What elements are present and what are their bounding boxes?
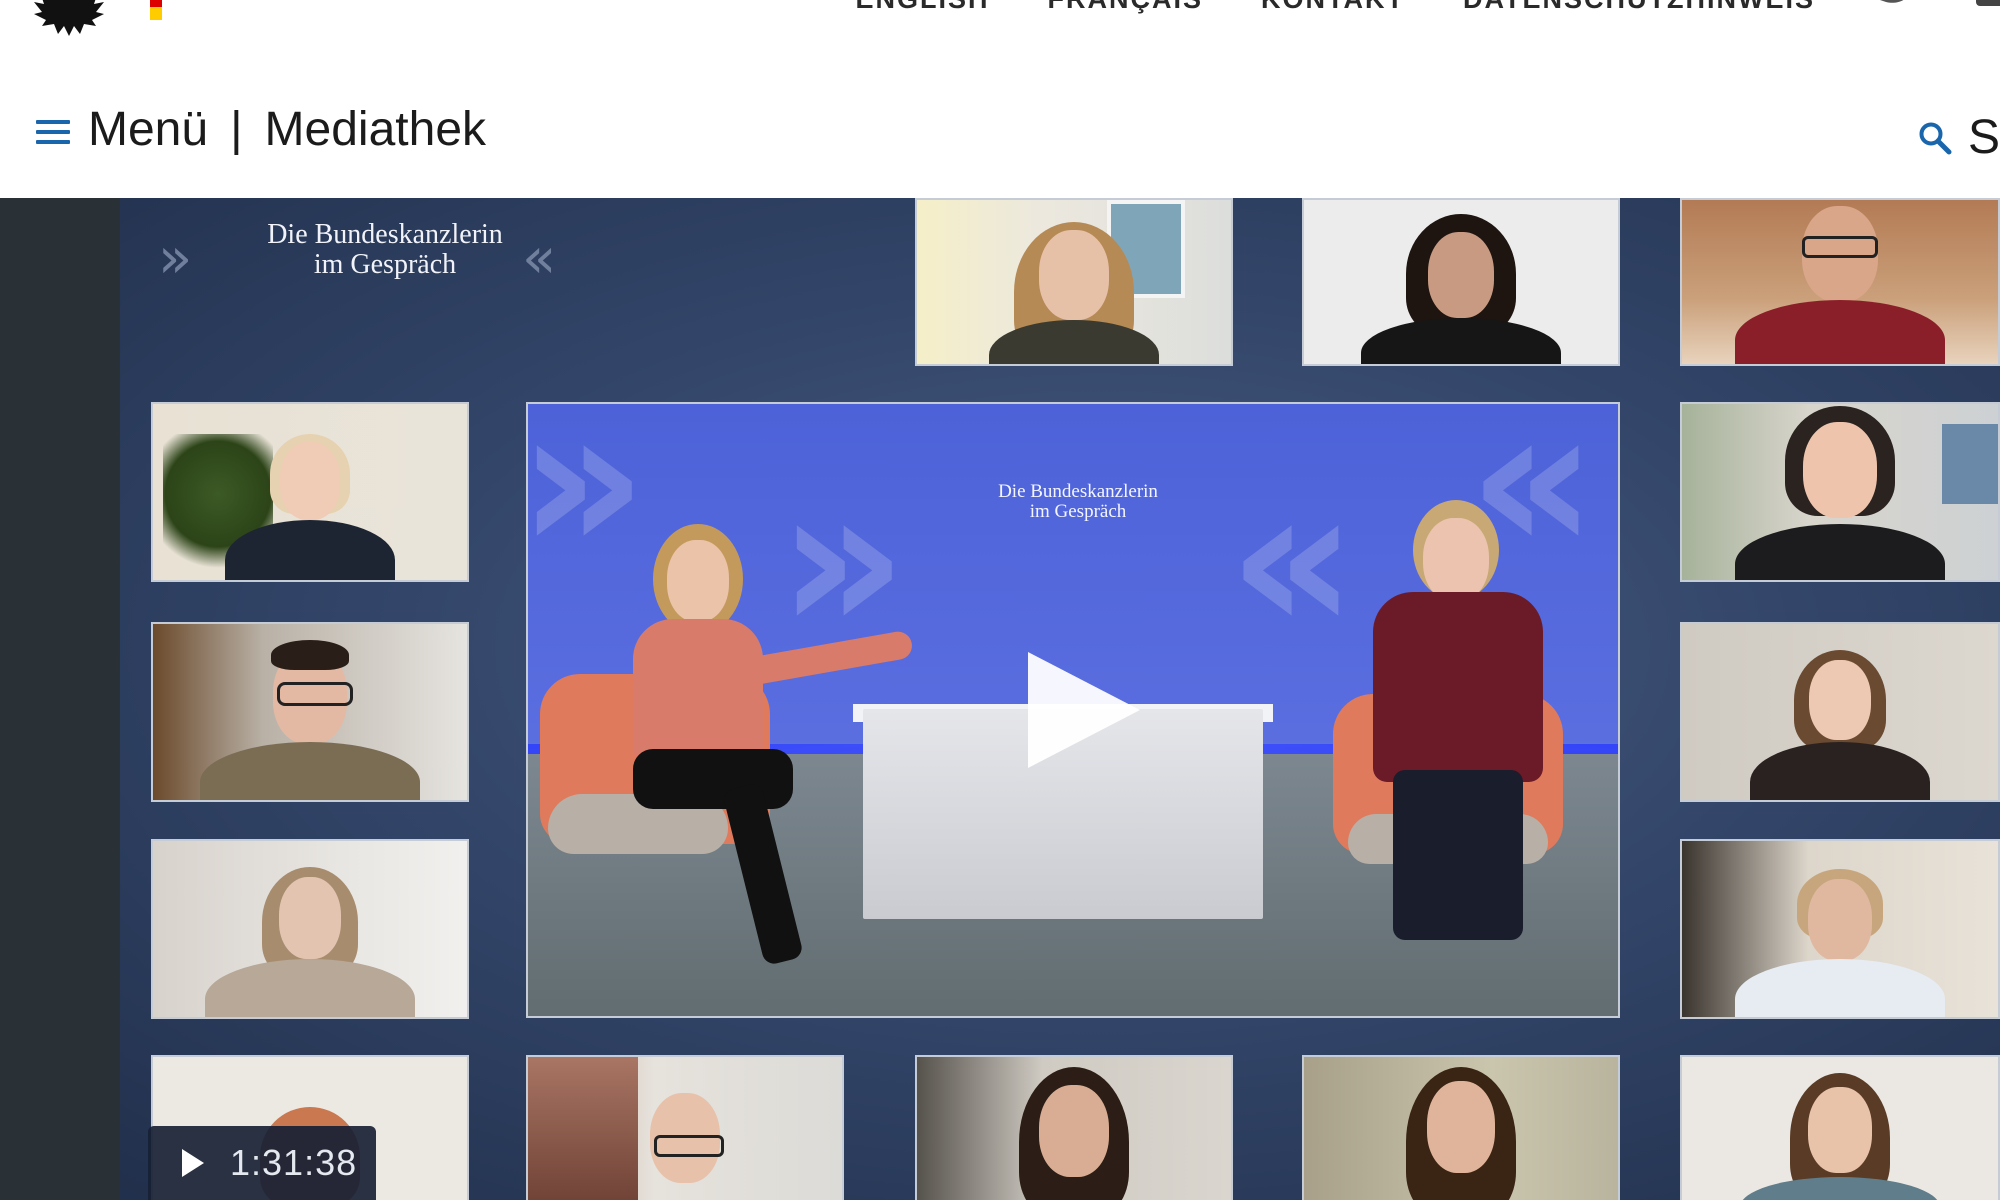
brand-line-1: Die Bundeskanzlerin	[267, 219, 503, 250]
participant-tile	[1302, 1055, 1620, 1200]
stage-brand: » Die Bundeskanzlerin im Gespräch «	[150, 220, 620, 292]
host-person	[613, 524, 915, 967]
brand-text: Die Bundeskanzlerin im Gespräch	[250, 220, 520, 280]
participant-tile	[1680, 839, 2000, 1019]
meta-link-kontakt[interactable]: KONTAKT	[1261, 0, 1405, 15]
hamburger-menu-icon[interactable]	[36, 120, 70, 144]
brand-line-2: im Gespräch	[313, 249, 457, 280]
flag-stripe	[150, 0, 162, 21]
video-stage[interactable]: » Die Bundeskanzlerin im Gespräch « » » …	[0, 198, 2000, 1200]
play-small-icon	[182, 1149, 204, 1177]
chevron-left-decor-icon: «	[522, 226, 556, 291]
duration-text: 1:31:38	[230, 1142, 358, 1183]
participant-tile	[151, 402, 469, 582]
participant-tile	[915, 198, 1233, 366]
play-icon[interactable]	[1028, 652, 1140, 768]
chevron-decor-icon: «	[1228, 444, 1358, 677]
government-logo[interactable]	[30, 0, 162, 40]
studio-logo-line-1: Die Bundeskanzlerin	[998, 481, 1158, 502]
nav-title: Menü | Mediathek	[88, 102, 486, 157]
nav-separator: |	[230, 103, 243, 156]
participant-tile	[1680, 622, 2000, 802]
participant-tile	[1680, 1055, 2000, 1200]
video-duration-badge[interactable]: 1:31:38	[148, 1126, 376, 1200]
menu-button[interactable]: Menü	[88, 102, 208, 157]
easy-language-icon[interactable]	[1976, 0, 2000, 18]
participant-tile	[1680, 402, 2000, 582]
search-label: Su	[1968, 111, 2000, 164]
meta-link-english[interactable]: ENGLISH	[856, 0, 990, 15]
participant-tile	[526, 1055, 844, 1200]
studio-logo: Die Bundeskanzlerin im Gespräch	[928, 482, 1228, 522]
participant-tile	[151, 839, 469, 1019]
main-nav: Menü | Mediathek Su	[0, 60, 2000, 198]
search-icon	[1919, 122, 1952, 154]
main-video[interactable]: » » « « Die Bundeskanzlerin im Gespräch	[526, 402, 1620, 1018]
participant-tile	[915, 1055, 1233, 1200]
participant-tile	[1302, 198, 1620, 366]
participant-tile	[151, 622, 469, 802]
meta-link-francais[interactable]: FRANÇAIS	[1048, 0, 1204, 15]
stage-left-panel	[0, 198, 120, 1200]
federal-eagle-icon	[34, 0, 104, 36]
guest-person	[1353, 500, 1553, 940]
meta-links: ENGLISH FRANÇAIS KONTAKT DATENSCHUTZHINW…	[856, 0, 1815, 15]
meta-bar: ENGLISH FRANÇAIS KONTAKT DATENSCHUTZHINW…	[0, 0, 2000, 60]
meta-link-datenschutz[interactable]: DATENSCHUTZHINWEIS	[1463, 0, 1815, 15]
studio-logo-line-2: im Gespräch	[1029, 501, 1127, 522]
search-button[interactable]: Su	[1918, 110, 2000, 165]
participant-tile	[1680, 198, 2000, 366]
sign-language-icon[interactable]	[1872, 0, 1910, 18]
section-title: Mediathek	[264, 103, 487, 156]
chevron-right-decor-icon: »	[158, 226, 192, 291]
